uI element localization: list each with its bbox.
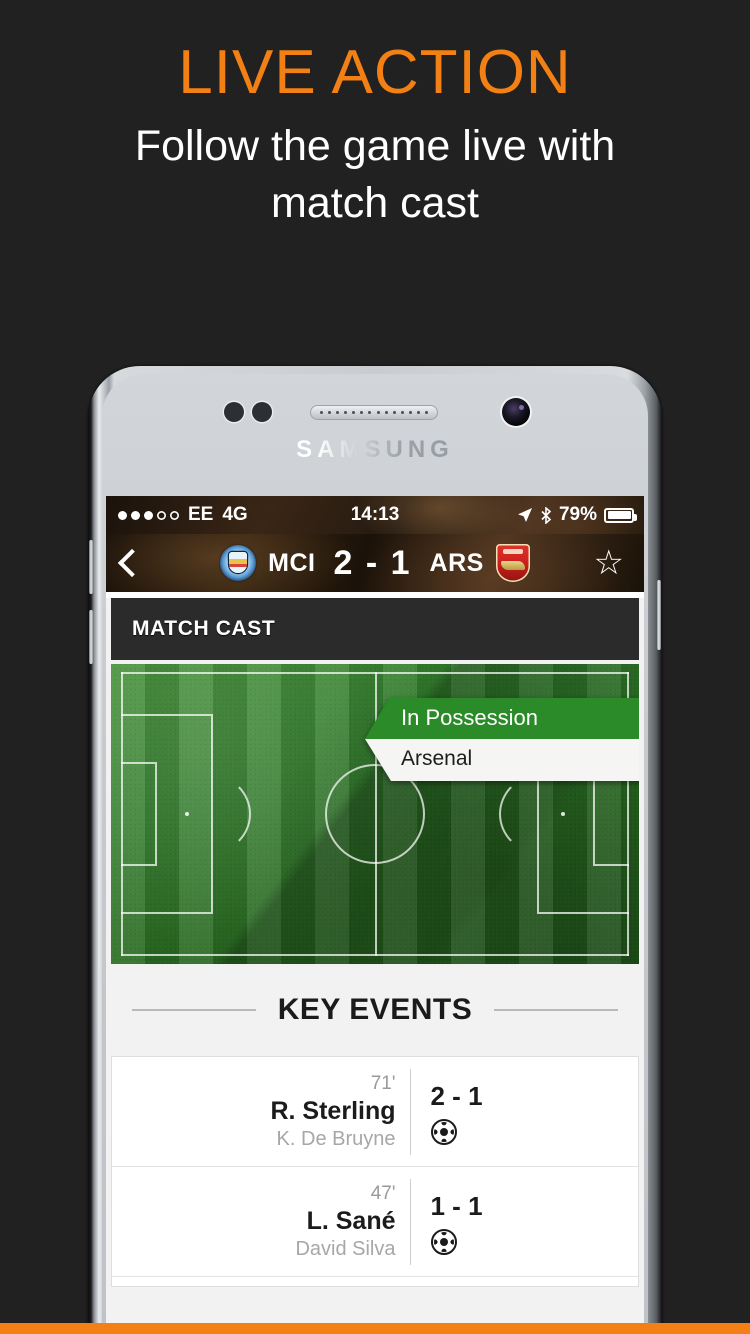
event-minute: 47' <box>370 1182 396 1204</box>
away-team-crest-icon <box>495 544 530 582</box>
table-row[interactable]: 71' R. Sterling K. De Bruyne 2 - 1 <box>112 1057 638 1167</box>
pitch-penalty-spot-right <box>561 812 565 816</box>
front-camera-icon <box>502 398 530 426</box>
event-player: R. Sterling <box>270 1096 396 1125</box>
event-minute: 71' <box>370 1072 396 1094</box>
event-result: 1 - 1 <box>411 1189 531 1255</box>
event-score: 2 - 1 <box>430 1080 483 1111</box>
match-cast-pitch[interactable]: In Possession Arsenal <box>111 664 639 964</box>
key-events-title: KEY EVENTS <box>277 993 473 1026</box>
status-bar: EE 4G 14:13 79% <box>106 496 644 534</box>
volume-up-button[interactable] <box>89 540 93 594</box>
football-icon <box>430 1228 457 1255</box>
back-button[interactable] <box>117 548 147 578</box>
promo-subtitle-line2: match cast <box>271 179 479 227</box>
match-header: MCI 2 - 1 ARS ☆ <box>106 534 644 592</box>
home-team-crest-icon <box>220 545 257 581</box>
pitch-six-yard-box-left <box>121 762 157 866</box>
bluetooth-icon <box>541 506 552 524</box>
event-result: 2 - 1 <box>411 1079 531 1145</box>
phone-top-hardware <box>88 394 662 428</box>
location-arrow-icon <box>517 508 532 522</box>
football-icon <box>430 1118 457 1145</box>
event-assist: David Silva <box>295 1237 396 1260</box>
key-events-list: 71' R. Sterling K. De Bruyne 2 - 1 47' L… <box>111 1056 639 1287</box>
phone-mockup: SAMSUNG EE 4G 14:13 79% MCI 2 - 1 ARS ☆ … <box>88 366 662 1334</box>
promo-subtitle-line1: Follow the game live with <box>134 122 616 170</box>
star-outline-icon[interactable]: ☆ <box>594 546 624 580</box>
phone-screen: EE 4G 14:13 79% MCI 2 - 1 ARS ☆ MATCH CA… <box>106 496 644 1334</box>
key-events-rule-right <box>494 1009 619 1011</box>
possession-tooltip: In Possession Arsenal <box>365 698 639 781</box>
bottom-accent-bar <box>0 1323 750 1334</box>
promo-header: LIVE ACTION Follow the game live with ma… <box>0 0 750 232</box>
event-details: 47' L. Sané David Silva <box>220 1182 410 1262</box>
event-assist: K. De Bruyne <box>276 1127 396 1150</box>
status-bar-right: 79% <box>517 504 637 526</box>
pitch-penalty-spot-left <box>185 812 189 816</box>
event-score: 1 - 1 <box>430 1190 483 1221</box>
table-row[interactable]: 47' L. Sané David Silva 1 - 1 <box>112 1167 638 1277</box>
home-team-abbr: MCI <box>268 548 316 577</box>
proximity-sensor-icon <box>224 402 244 422</box>
device-brand-logo: SAMSUNG <box>88 436 662 464</box>
event-player: L. Sané <box>306 1206 396 1235</box>
event-details: 71' R. Sterling K. De Bruyne <box>220 1072 410 1152</box>
earpiece-speaker-icon <box>310 405 438 420</box>
battery-percent-label: 79% <box>558 504 597 525</box>
promo-title: LIVE ACTION <box>178 38 572 107</box>
volume-down-button[interactable] <box>89 610 93 664</box>
away-team-abbr: ARS <box>429 548 484 577</box>
battery-icon <box>604 507 637 523</box>
key-events-header: KEY EVENTS <box>106 964 644 1056</box>
match-cast-title: MATCH CAST <box>132 617 276 640</box>
possession-label: In Possession <box>365 698 639 739</box>
match-score: 2 - 1 <box>333 543 412 582</box>
app-content: MATCH CAST In Possession Arsenal KEY EVE… <box>106 598 644 1334</box>
key-events-rule-left <box>131 1009 256 1011</box>
light-sensor-icon <box>252 402 272 422</box>
power-button[interactable] <box>657 580 661 650</box>
possession-team: Arsenal <box>365 739 639 781</box>
match-cast-panel-header[interactable]: MATCH CAST <box>111 598 639 660</box>
